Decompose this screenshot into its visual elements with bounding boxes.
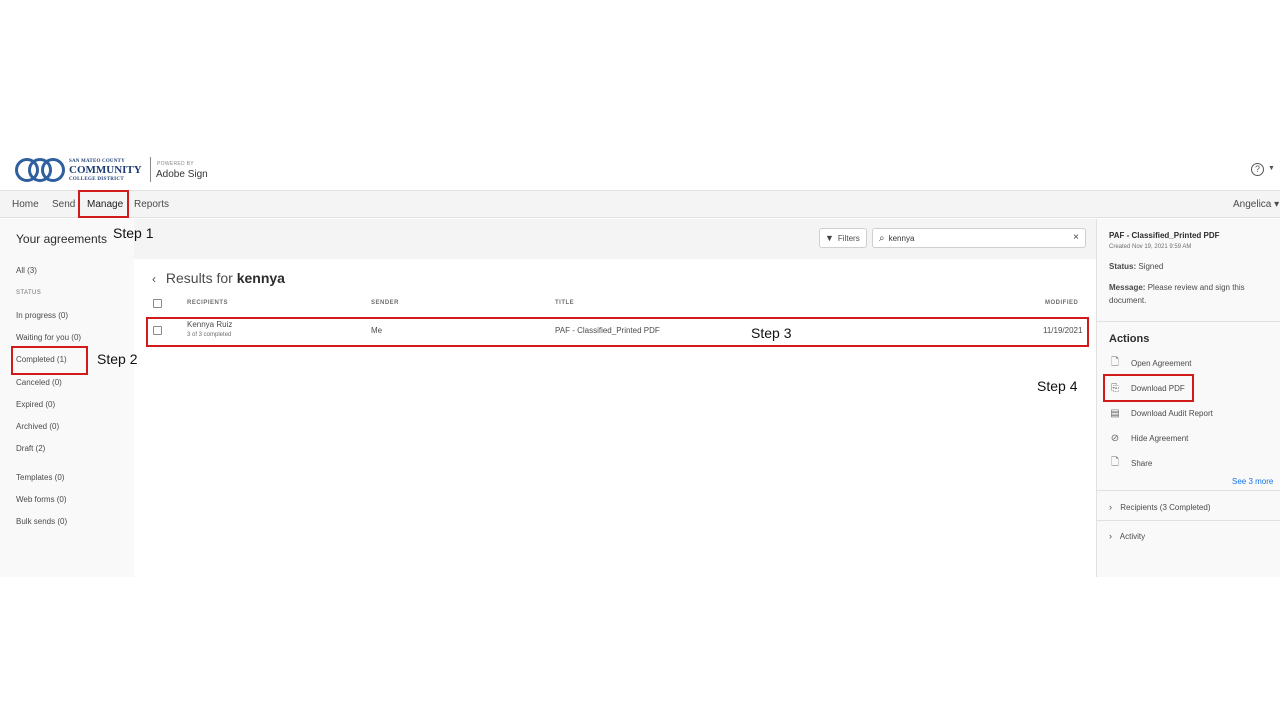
logo-rings-icon [15,157,67,183]
back-chevron-icon[interactable]: ‹ [152,272,156,286]
sidebar-item-expired[interactable]: Expired (0) [16,400,55,409]
step2-label: Step 2 [97,351,138,367]
actions-heading: Actions [1109,333,1150,345]
sidebar-item-all[interactable]: All (3) [16,266,37,275]
results-query: kennya [236,270,285,286]
activity-label: Activity [1119,532,1146,541]
nav-send[interactable]: Send [52,199,75,210]
sidebar-item-draft[interactable]: Draft (2) [16,444,45,453]
hide-agreement-action[interactable]: ⊘ Hide Agreement [1109,431,1189,445]
detail-divider [1097,321,1280,322]
open-agreement-label: Open Agreement [1131,358,1192,368]
download-audit-label: Download Audit Report [1131,408,1213,418]
main-nav: Home Send Manage Reports Angelica ▾ [0,190,1280,218]
product-name: Adobe Sign [156,169,208,180]
recipients-expander[interactable]: › Recipients (3 Completed) [1109,502,1211,512]
step3-label: Step 3 [751,325,792,341]
search-box[interactable]: ⌕ × [872,228,1086,248]
logo-line-3: COLLEGE DISTRICT [69,176,124,182]
results-prefix: Results for [165,270,233,286]
chevron-right-icon: › [1109,531,1112,541]
search-input[interactable] [888,233,1059,243]
powered-by-label: POWERED BY [157,161,194,167]
detail-status: Status: Signed [1109,262,1163,271]
sidebar-title: Your agreements [16,232,107,246]
sidebar-item-archived[interactable]: Archived (0) [16,422,59,431]
status-label: Status: [1109,262,1137,271]
detail-title: PAF - Classified_Printed PDF [1109,231,1220,240]
detail-divider [1097,490,1280,491]
top-header: SAN MATEO COUNTY COMMUNITY COLLEGE DISTR… [0,152,1280,190]
document-icon: 🗋 [1110,356,1120,368]
sidebar-item-in-progress[interactable]: In progress (0) [16,311,68,320]
filters-label: Filters [837,233,860,243]
sidebar-item-bulk-sends[interactable]: Bulk sends (0) [16,517,67,526]
detail-divider [1097,520,1280,521]
share-label: Share [1131,458,1153,468]
brand-divider [150,157,151,182]
step3-highlight [146,317,1089,347]
search-icon: ⌕ [879,232,885,244]
agreements-sidebar: Your agreements All (3) STATUS In progre… [0,219,134,577]
sidebar-item-waiting[interactable]: Waiting for you (0) [16,333,81,342]
step1-label: Step 1 [113,225,154,241]
status-heading: STATUS [16,290,42,296]
help-icon[interactable]: ? [1251,163,1264,176]
select-all-checkbox[interactable] [153,299,162,308]
hide-agreement-label: Hide Agreement [1131,433,1189,443]
detail-message: Message: Please review and sign this doc… [1109,281,1269,307]
share-action[interactable]: 🗋 Share [1109,456,1152,470]
step2-highlight [11,346,88,375]
district-logo[interactable]: SAN MATEO COUNTY COMMUNITY COLLEGE DISTR… [15,156,142,184]
sidebar-item-canceled[interactable]: Canceled (0) [16,378,62,387]
chevron-right-icon: › [1109,502,1112,512]
col-sender[interactable]: SENDER [371,300,399,306]
chevron-down-icon[interactable]: ▼ [1268,165,1275,172]
nav-reports[interactable]: Reports [134,199,169,210]
step4-label: Step 4 [1037,378,1078,394]
logo-line-2: COMMUNITY [69,163,142,176]
clear-search-icon[interactable]: × [1073,232,1079,243]
col-title[interactable]: TITLE [555,300,574,306]
list-toolbar: ▼ Filters ⌕ × [134,219,1096,259]
adobe-sign-app: SAN MATEO COUNTY COMMUNITY COLLEGE DISTR… [0,152,1280,577]
open-agreement-action[interactable]: 🗋 Open Agreement [1109,356,1192,370]
step1-highlight [78,190,129,218]
status-value: Signed [1138,262,1164,271]
message-label: Message: [1109,283,1146,292]
col-modified[interactable]: MODIFIED [1045,300,1078,306]
results-heading: ‹ Results for kennya [152,270,285,286]
hide-eye-icon: ⊘ [1110,432,1120,444]
audit-report-icon: ▤ [1110,407,1120,419]
filter-icon: ▼ [825,233,834,243]
download-audit-action[interactable]: ▤ Download Audit Report [1109,406,1213,420]
sidebar-item-templates[interactable]: Templates (0) [16,473,64,482]
filters-button[interactable]: ▼ Filters [819,228,867,248]
user-menu[interactable]: Angelica ▾ [1233,199,1279,210]
detail-created: Created Nov 19, 2021 9:59 AM [1109,244,1192,250]
share-icon: 🗋 [1110,456,1120,468]
nav-home[interactable]: Home [12,199,39,210]
recipients-label: Recipients (3 Completed) [1120,503,1211,512]
activity-expander[interactable]: › Activity [1109,531,1145,541]
sidebar-item-web-forms[interactable]: Web forms (0) [16,495,67,504]
see-more-link[interactable]: See 3 more [1232,477,1273,486]
step4-highlight [1103,374,1194,402]
logo-line-1: SAN MATEO COUNTY [69,158,125,164]
col-recipients[interactable]: RECIPIENTS [187,300,228,306]
